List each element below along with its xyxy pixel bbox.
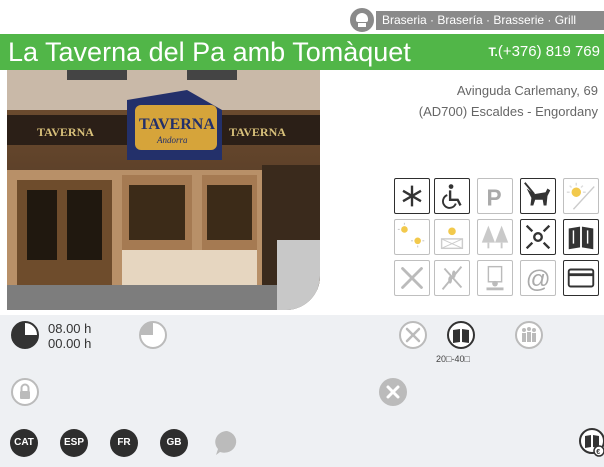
phone-number[interactable]: T.(+376) 819 769 (488, 42, 600, 62)
email-icon: @ (520, 260, 556, 296)
restaurant-name: La Taverna del Pa amb Tomàquet (8, 37, 411, 67)
address-line-1: Avinguda Carlemany, 69 (456, 83, 598, 98)
window-sun-icon (434, 219, 470, 255)
speech-bubble-icon (212, 428, 242, 458)
gluten-free-icon (434, 260, 470, 296)
wheelchair-icon (434, 178, 470, 214)
restaurant-photo: TAVERNA TAVERNA TAVERNA Andorra (7, 70, 320, 310)
trees-icon (477, 219, 513, 255)
half-clock-icon (138, 320, 168, 350)
svg-text:@: @ (526, 266, 551, 293)
phone-value: (+376) 819 769 (497, 43, 600, 60)
closed-x-icon (378, 377, 408, 407)
category-bar: Braseria · Brasería · Brasserie · Grill (346, 6, 604, 34)
menu-euro-icon: € (578, 427, 604, 457)
address: Avinguda Carlemany, 69 (AD700) Escaldes … (419, 80, 598, 122)
menu-price-icon (446, 320, 476, 350)
language-gb-icon[interactable]: GB (160, 429, 188, 457)
group-people-icon (514, 320, 544, 350)
category-text: Braseria · Brasería · Brasserie · Grill (376, 11, 604, 30)
snowflake-icon (394, 178, 430, 214)
language-cat-icon[interactable]: CAT (10, 429, 38, 457)
address-line-2: (AD700) Escaldes - Engordany (418, 104, 598, 119)
menu-book-icon (563, 219, 599, 255)
sign-subtext: Andorra (156, 135, 188, 145)
storefront-image: TAVERNA TAVERNA TAVERNA Andorra (7, 70, 320, 310)
svg-text:TAVERNA: TAVERNA (37, 125, 94, 139)
sun-icon (563, 178, 599, 214)
dog-icon (520, 178, 556, 214)
opening-time: 08.00 h (48, 321, 92, 336)
closing-time: 00.00 h (48, 336, 92, 351)
price-range: 20□-40□ (436, 354, 470, 364)
title-bar: La Taverna del Pa amb Tomàquet T.(+376) … (0, 34, 604, 70)
svg-text:P: P (487, 184, 502, 210)
chef-hat-icon (348, 6, 376, 34)
sign-text: TAVERNA (139, 116, 215, 133)
svg-text:€: € (596, 449, 600, 456)
phone-prefix: T. (488, 45, 498, 59)
clock-icon (10, 320, 40, 350)
cutlery-icon (394, 260, 430, 296)
terrace-icon (394, 219, 430, 255)
language-esp-icon[interactable]: ESP (60, 429, 88, 457)
svg-text:TAVERNA: TAVERNA (229, 125, 286, 139)
credit-card-icon (563, 260, 599, 296)
lock-icon (10, 377, 40, 407)
info-panel: 08.00 h 00.00 h 20□-40□ CAT ESP FR GB € (0, 315, 604, 467)
parking-icon: P (477, 178, 513, 214)
takeaway-icon (477, 260, 513, 296)
language-fr-icon[interactable]: FR (110, 429, 138, 457)
center-location-icon (520, 219, 556, 255)
cutlery-circle-icon (398, 320, 428, 350)
opening-hours: 08.00 h 00.00 h (48, 321, 91, 351)
